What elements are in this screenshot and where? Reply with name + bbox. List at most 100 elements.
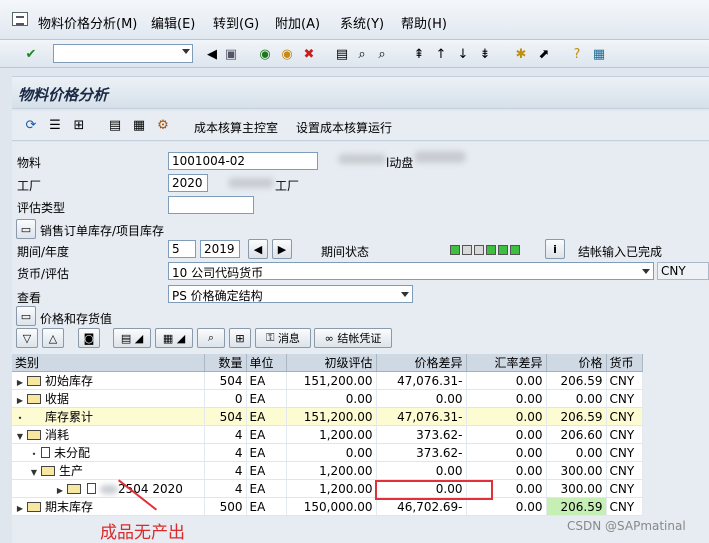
menu-edit[interactable]: 编辑(E) [151,13,195,32]
col-currency[interactable]: 货币 [606,354,643,372]
new-session-icon[interactable]: ✱ [512,45,530,63]
table-row[interactable]: ▶ 期末库存 500 EA 150,000.00 46,702.69- 0.00 … [12,497,643,516]
shortcut-icon[interactable]: ⬈ [535,45,553,63]
prev-period-icon[interactable]: ◀ [248,239,268,259]
menu-material-price-analysis[interactable]: 物料价格分析(M) [38,13,137,32]
menu-goto[interactable]: 转到(G) [213,13,259,32]
next-period-icon[interactable]: ▶ [272,239,292,259]
enter-check-icon[interactable]: ✔ [22,45,40,63]
print-icon[interactable]: ▤ [333,45,351,63]
find-next-icon[interactable]: ⌕ [373,45,391,63]
binoculars-icon[interactable]: ◙ [78,328,100,348]
col-price-diff[interactable]: 价格差异 [376,354,467,372]
row-prelim: 1,200.00 [286,479,377,498]
tree-node-icon[interactable]: ▶ [55,486,65,495]
valuation-type-field[interactable] [168,196,254,214]
sales-order-stock-button[interactable]: 销售订单库存/项目库存 [40,222,164,239]
table-row[interactable]: ▶ 收据 0 EA 0.00 0.00 0.00 0.00 CNY [12,389,643,408]
row-currency: CNY [606,407,643,426]
tree-node-icon[interactable]: ▶ [15,378,25,387]
chevron-down-icon[interactable] [182,49,190,54]
col-prelim-valuation[interactable]: 初级评估 [286,354,377,372]
material-field[interactable]: 1001004-02 [168,152,318,170]
layout-menu-icon[interactable]: ▦ [590,45,608,63]
document-icon [41,447,50,458]
row-pdiff: 46,702.69- [376,497,467,516]
info-icon[interactable]: i [545,239,565,259]
row-price: 206.59 [546,497,607,516]
chevron-down-icon[interactable] [401,292,409,297]
tree-node-icon[interactable]: ▶ [15,504,25,513]
table-icon[interactable]: ▦ [130,116,148,134]
messages-button[interactable]: ⚿ 消息 [255,328,311,348]
row-category: 期末库存 [45,500,94,514]
table-row[interactable]: ▼ 生产 4 EA 1,200.00 0.00 0.00 300.00 CNY [12,461,643,480]
view-label: 查看 [17,291,42,305]
folder-icon[interactable]: ▭ [16,219,36,239]
status-light-icon [450,244,460,255]
back-triangle-icon[interactable]: ◀ [203,45,221,63]
table-row[interactable]: • 未分配 4 EA 0.00 373.62- 0.00 0.00 CNY [12,443,643,462]
menu-system[interactable]: 系统(Y) [340,13,384,32]
document-icon[interactable]: ▤ [106,116,124,134]
tree-node-icon[interactable]: ▶ [15,396,25,405]
plant-label: 工厂 [17,179,42,193]
next-page-icon[interactable]: ↓ [454,45,472,63]
closing-document-button[interactable]: ∞ 结帐凭证 [314,328,392,348]
currency-dropdown[interactable]: 10 公司代码货币 [168,262,654,280]
collapse-icon[interactable]: ▽ [16,328,38,348]
menu-extras[interactable]: 附加(A) [275,13,320,32]
refresh-icon[interactable]: ⟳ [22,116,40,134]
prev-page-icon[interactable]: ↑ [432,45,450,63]
view-dropdown[interactable]: PS 价格确定结构 [168,285,413,303]
period-field[interactable]: 5 [168,240,196,258]
command-field[interactable] [53,44,193,63]
hierarchy-icon[interactable]: ⊞ [70,116,88,134]
row-unit: EA [246,371,287,390]
menu-help[interactable]: 帮助(H) [401,13,447,32]
row-qty: 504 [204,407,247,426]
save-icon[interactable]: ▣ [222,45,240,63]
plant-field[interactable]: 2020 [168,174,208,192]
row-qty: 4 [204,461,247,480]
help-icon[interactable]: ? [568,45,586,63]
find-icon[interactable]: ⌕ [353,45,371,63]
year-field[interactable]: 2019 [200,240,240,258]
tree-node-icon[interactable]: ▼ [29,468,39,477]
table-row[interactable]: • 库存累计 504 EA 151,200.00 47,076.31- 0.00 … [12,407,643,426]
set-costing-run-button[interactable]: 设置成本核算运行 [296,119,392,136]
highlight-box [375,480,493,500]
zoom-icon[interactable]: ⌕ [197,328,225,348]
folder-icon[interactable]: ▭ [16,306,36,326]
col-price[interactable]: 价格 [546,354,607,372]
hierarchy-icon[interactable]: ⊞ [229,328,251,348]
menu-bar: 物料价格分析(M) 编辑(E) 转到(G) 附加(A) 系统(Y) 帮助(H) [0,0,709,40]
list-icon[interactable]: ☰ [46,116,64,134]
cost-cockpit-button[interactable]: 成本核算主控室 [194,119,278,136]
app-menu-icon[interactable] [12,12,28,26]
table-row[interactable]: ▼ 消耗 4 EA 1,200.00 373.62- 0.00 206.60 CN… [12,425,643,444]
tree-node-icon[interactable]: ▼ [15,432,25,441]
col-unit[interactable]: 单位 [246,354,287,372]
back-icon[interactable]: ◉ [256,45,274,63]
col-exchange-diff[interactable]: 汇率差异 [466,354,547,372]
print-menu-icon[interactable]: ▤ ◢ [113,328,151,348]
layout-menu-icon[interactable]: ▦ ◢ [155,328,193,348]
row-price: 300.00 [546,479,607,498]
col-quantity[interactable]: 数量 [204,354,247,372]
row-qty: 0 [204,389,247,408]
settings-icon[interactable]: ⚙ [154,116,172,134]
exit-icon[interactable]: ◉ [278,45,296,63]
price-stock-value-button[interactable]: 价格和存货值 [40,310,112,327]
chevron-down-icon[interactable] [642,269,650,274]
table-row[interactable]: ▶ 初始库存 504 EA 151,200.00 47,076.31- 0.00 … [12,371,643,390]
col-category[interactable]: 类别 [12,354,205,372]
row-price: 206.60 [546,425,607,444]
last-page-icon[interactable]: ⇟ [476,45,494,63]
expand-icon[interactable]: △ [42,328,64,348]
first-page-icon[interactable]: ⇞ [410,45,428,63]
row-price: 206.59 [546,371,607,390]
table-row[interactable]: ▶ 2504 2020 4 EA 1,200.00 0.00 0.00 300.0… [12,479,643,498]
annotation-text: 成品无产出 [100,523,185,543]
cancel-icon[interactable]: ✖ [300,45,318,63]
